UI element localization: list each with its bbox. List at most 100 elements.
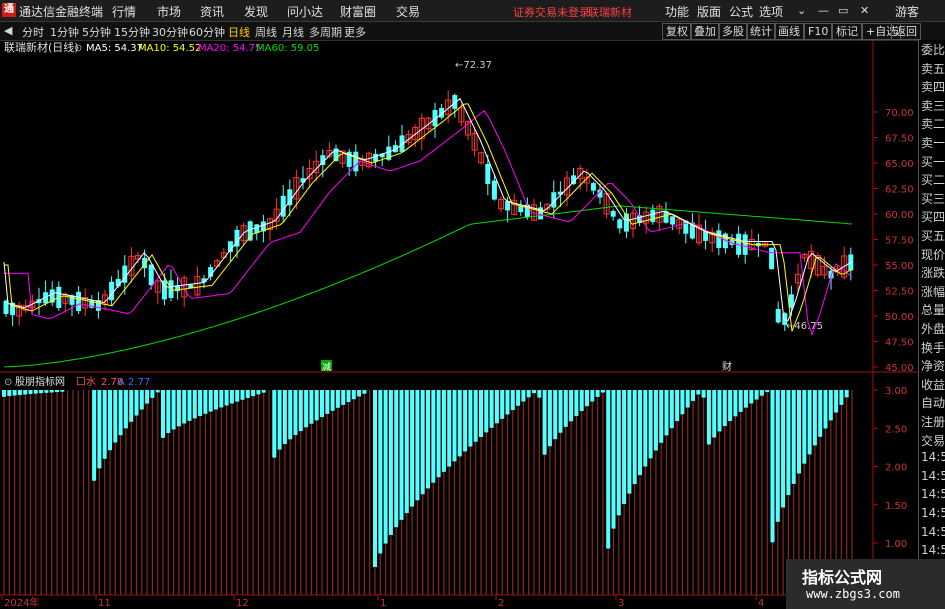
indicator-cyan-bar [553, 390, 558, 440]
candle-body [485, 163, 491, 184]
indicator-cyan-bar [664, 390, 669, 436]
biaoji-button[interactable]: 标记 [832, 23, 862, 40]
ma60-line [3, 205, 853, 368]
price-tick-label: 57.50 [885, 236, 914, 247]
date-tick-label: 1 [380, 598, 386, 609]
indicator-cyan-bar [7, 390, 12, 397]
side-panel-item[interactable]: 注册 [921, 413, 945, 430]
indicator-cyan-bar [335, 390, 340, 408]
menu-item-caifuquan[interactable]: 财富圈 [340, 3, 376, 20]
side-panel-item[interactable]: 自动 [921, 394, 945, 411]
price-tick-label: 67.50 [885, 134, 914, 145]
candle-body [109, 281, 115, 301]
indicator-cyan-bar [717, 390, 722, 432]
indicator-cyan-bar [362, 390, 367, 394]
price-tick-label: 45.00 [885, 363, 914, 374]
kline-chart[interactable]: 70.00 67.50 65.00 62.50 60.00 57.50 55.00 52.50… [0, 40, 918, 609]
indicator-cyan-bar [728, 390, 733, 422]
period-30min[interactable]: 30分钟 [152, 24, 188, 40]
minimize-icon[interactable]: — [818, 4, 829, 17]
side-panel-item: 14:55 [921, 450, 945, 465]
indicator-cyan-bar [834, 390, 839, 413]
duogu-button[interactable]: 多股 [718, 23, 748, 40]
indicator-cyan-bar [261, 390, 266, 393]
indicator-cyan-bar [208, 390, 213, 412]
menu-item-shichang[interactable]: 市场 [157, 3, 181, 20]
period-multi[interactable]: 多周期 [309, 24, 342, 40]
event-marker-jian-label: 减 [322, 361, 331, 373]
indicator-cyan-bar [706, 390, 711, 445]
ma5-line [3, 97, 853, 322]
period-more[interactable]: 更多 [344, 24, 366, 40]
candle-body [650, 209, 656, 222]
menu-item-gongneng[interactable]: 功能 [665, 3, 689, 20]
fuquan-button[interactable]: 复权 [662, 23, 692, 40]
candle-body [670, 216, 676, 225]
period-15min[interactable]: 15分钟 [114, 24, 150, 40]
indicator-cyan-bar [346, 390, 351, 403]
indicator-cyan-bar [648, 390, 653, 459]
f10-button[interactable]: F10 [804, 23, 833, 40]
indicator-name: 股朋指标网 [15, 375, 65, 388]
period-daily[interactable]: 日线 [228, 24, 250, 40]
indicator-cyan-bar [494, 390, 499, 424]
indicator-cyan-bar [569, 390, 574, 422]
menu-item-faxian[interactable]: 发现 [244, 3, 268, 20]
login-alert[interactable]: 证券交易未登录 [513, 4, 590, 20]
indicator-cyan-bar [457, 390, 462, 457]
diejia-button[interactable]: 叠加 [690, 23, 720, 40]
indicator-cyan-bar [521, 390, 526, 402]
menu-item-zixun[interactable]: 资讯 [200, 3, 224, 20]
indicator-cyan-bar [357, 390, 362, 397]
event-marker-cai[interactable]: 财 [722, 360, 732, 373]
collapse-icon[interactable]: ⌄ [797, 4, 806, 17]
candle-body [505, 200, 511, 211]
indicator-cyan-bar [134, 390, 139, 416]
menu-item-banmian[interactable]: 版面 [697, 3, 721, 20]
period-fenshi[interactable]: 分时 [22, 24, 44, 40]
menu-item-xuanxiang[interactable]: 选项 [759, 3, 783, 20]
side-panel-item: 卖五 [921, 61, 945, 76]
price-tick-label: 60.00 [885, 210, 914, 221]
indicator-bars [2, 390, 853, 595]
side-panel-item: 总量 [921, 303, 945, 318]
indicator-cyan-bar [304, 390, 309, 428]
user-label[interactable]: 游客 [895, 3, 919, 20]
period-toolbar: ◀ 分时 1分钟 5分钟 15分钟 30分钟 60分钟 日线 周线 月线 多周期… [0, 22, 945, 41]
huaxian-button[interactable]: 画线 [774, 23, 804, 40]
back-button[interactable]: 返回 [891, 23, 921, 40]
ma-toggle-icon[interactable]: ⊙ [74, 43, 82, 54]
restore-icon[interactable]: ▭ [838, 4, 848, 17]
indicator-cyan-bar [452, 390, 457, 462]
indicator-cyan-bar [203, 390, 208, 414]
indicator-cyan-bar [288, 390, 293, 440]
menu-item-wenxiaoda[interactable]: 问小达 [287, 3, 323, 20]
indicator-cyan-bar [272, 390, 277, 458]
period-weekly[interactable]: 周线 [255, 24, 277, 40]
period-60min[interactable]: 60分钟 [189, 24, 225, 40]
indicator-cyan-bar [532, 390, 536, 394]
stock-alert[interactable]: 联瑞新材 [588, 4, 632, 20]
indicator-cyan-bar [463, 390, 468, 452]
period-5min[interactable]: 5分钟 [82, 24, 111, 40]
ma10-line [4, 103, 853, 332]
menu-item-hangqing[interactable]: 行情 [112, 3, 136, 20]
app-title: 通达信金融终端 [19, 5, 104, 19]
period-monthly[interactable]: 月线 [282, 24, 304, 40]
price-tick-label: 52.50 [885, 287, 914, 298]
indicator-cyan-bar [426, 390, 430, 489]
indicator-cyan-bar [616, 390, 621, 516]
tongji-button[interactable]: 统计 [746, 23, 776, 40]
candle-body [353, 151, 359, 172]
menu-item-jiaoyi[interactable]: 交易 [396, 3, 420, 20]
toolbar-menu-icon[interactable]: ◀ [4, 24, 12, 37]
close-icon[interactable]: ✕ [860, 4, 869, 17]
indicator-cyan-bar [383, 390, 388, 544]
menu-item-gongshi[interactable]: 公式 [729, 3, 753, 20]
indicator-cyan-bar [468, 390, 473, 447]
indicator-toggle-icon[interactable]: ⊙ [4, 377, 12, 388]
side-panel-item[interactable]: 交易 [921, 432, 945, 449]
indicator-cyan-bar [161, 390, 165, 438]
period-1min[interactable]: 1分钟 [50, 24, 79, 40]
indicator-cyan-bar [176, 390, 181, 427]
